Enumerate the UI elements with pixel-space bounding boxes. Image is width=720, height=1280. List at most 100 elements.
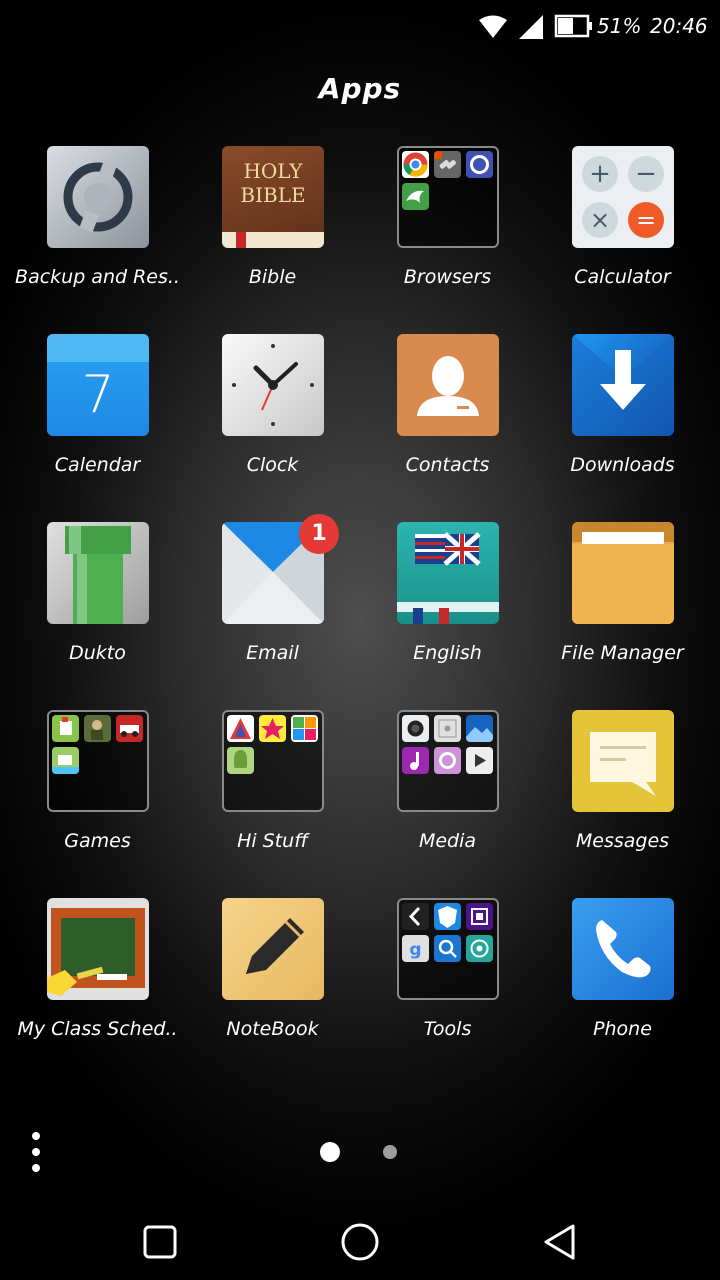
file-folder-icon <box>572 522 674 624</box>
folder-tools[interactable]: g Tools <box>360 898 535 1068</box>
backup-restore-icon <box>47 146 149 248</box>
app-english[interactable]: English <box>360 522 535 692</box>
chalkboard-icon <box>47 898 149 1000</box>
message-icon <box>572 710 674 812</box>
page-title: Apps <box>318 72 402 105</box>
app-label: Calculator <box>574 266 671 288</box>
app-label: Downloads <box>570 454 675 476</box>
app-messages[interactable]: Messages <box>535 710 710 880</box>
folder-icon <box>222 710 324 812</box>
status-bar: 51% 20:46 <box>0 0 720 52</box>
app-label: Contacts <box>405 454 490 476</box>
folder-media[interactable]: Media <box>360 710 535 880</box>
app-downloads[interactable]: Downloads <box>535 334 710 504</box>
app-clock[interactable]: Clock <box>185 334 360 504</box>
app-label: Calendar <box>54 454 141 476</box>
keyboard-swipe-icon <box>466 935 493 962</box>
app-label: Games <box>64 830 131 852</box>
music-icon <box>402 747 429 774</box>
chevron-app-icon <box>402 903 429 930</box>
svg-text:−: − <box>635 159 657 189</box>
svg-text:=: = <box>636 206 656 234</box>
app-label: Browsers <box>403 266 492 288</box>
calendar-icon-day: 7 <box>81 365 114 425</box>
svg-text:×: × <box>590 206 610 234</box>
app-label: Tools <box>423 1018 472 1040</box>
app-label: Hi Stuff <box>237 830 308 852</box>
link-browser-icon <box>434 151 461 178</box>
google-app-icon: g <box>402 935 429 962</box>
wifi-icon <box>479 15 507 38</box>
svg-text:g: g <box>409 940 421 960</box>
colorful-star-icon <box>259 715 286 742</box>
status-time: 20:46 <box>650 14 708 38</box>
pipe-icon <box>47 522 149 624</box>
folder-browsers[interactable]: Browsers <box>360 146 535 316</box>
phone-icon <box>572 898 674 1000</box>
app-backup-and-restore[interactable]: Backup and Res.. <box>10 146 185 316</box>
app-file-manager[interactable]: File Manager <box>535 522 710 692</box>
video-editor-icon <box>434 747 461 774</box>
more-options-icon[interactable] <box>26 1130 46 1176</box>
svg-text:+: + <box>589 159 611 189</box>
pencil-icon <box>222 898 324 1000</box>
camera-icon <box>402 715 429 742</box>
battery-percentage: 51% <box>597 14 642 38</box>
game-crossy-icon <box>52 747 79 774</box>
recorder-icon <box>434 715 461 742</box>
game-chicken-icon <box>52 715 79 742</box>
square-recents-icon[interactable] <box>138 1220 182 1264</box>
dolphin-browser-icon <box>402 183 429 210</box>
android-app-icon <box>227 747 254 774</box>
page-dot-inactive[interactable] <box>383 1145 397 1159</box>
app-calculator[interactable]: + − × = Calculator <box>535 146 710 316</box>
battery-icon <box>554 14 592 38</box>
downloads-icon <box>572 334 674 436</box>
app-dukto[interactable]: Dukto <box>10 522 185 692</box>
app-label: English <box>413 642 482 664</box>
folder-icon: g <box>397 898 499 1000</box>
app-label: Phone <box>593 1018 652 1040</box>
app-notebook[interactable]: NoteBook <box>185 898 360 1068</box>
app-label: NoteBook <box>226 1018 319 1040</box>
holy-bible-icon: HOLY BIBLE <box>222 146 324 248</box>
app-contacts[interactable]: Contacts <box>360 334 535 504</box>
grid-app-icon <box>291 715 318 742</box>
app-phone[interactable]: Phone <box>535 898 710 1068</box>
app-label: Media <box>418 830 477 852</box>
folder-games[interactable]: Games <box>10 710 185 880</box>
app-calendar[interactable]: 7 Calendar <box>10 334 185 504</box>
triangle-app-icon <box>227 715 254 742</box>
app-label: File Manager <box>561 642 684 664</box>
app-label: Clock <box>246 454 299 476</box>
chrome-icon <box>402 151 429 178</box>
game-car-icon <box>116 715 143 742</box>
game-soldier-icon <box>84 715 111 742</box>
triangle-back-icon[interactable] <box>538 1220 582 1264</box>
folder-icon <box>397 146 499 248</box>
page-dot-active[interactable] <box>320 1142 340 1162</box>
app-label: Bible <box>248 266 297 288</box>
app-label: Dukto <box>69 642 126 664</box>
app-my-class-schedule[interactable]: My Class Sched.. <box>10 898 185 1068</box>
calculator-icon: + − × = <box>572 146 674 248</box>
contacts-icon <box>397 334 499 436</box>
clock-icon <box>222 334 324 436</box>
shield-face-icon <box>434 903 461 930</box>
folder-hi-stuff[interactable]: Hi Stuff <box>185 710 360 880</box>
folder-icon <box>47 710 149 812</box>
search-icon <box>434 935 461 962</box>
opera-browser-icon <box>466 151 493 178</box>
signal-icon <box>519 15 543 39</box>
navigation-bar <box>0 1200 720 1280</box>
notification-badge: 1 <box>299 514 339 554</box>
bible-icon-text-holy: HOLY <box>243 159 303 183</box>
app-bible[interactable]: HOLY BIBLE Bible <box>185 146 360 316</box>
folder-icon <box>397 710 499 812</box>
cpu-chip-icon <box>466 903 493 930</box>
circle-home-icon[interactable] <box>338 1220 382 1264</box>
gallery-icon <box>466 715 493 742</box>
dictionary-flag-icon <box>397 522 499 624</box>
app-label: Backup and Res.. <box>15 266 180 288</box>
app-email[interactable]: 1 Email <box>185 514 360 692</box>
